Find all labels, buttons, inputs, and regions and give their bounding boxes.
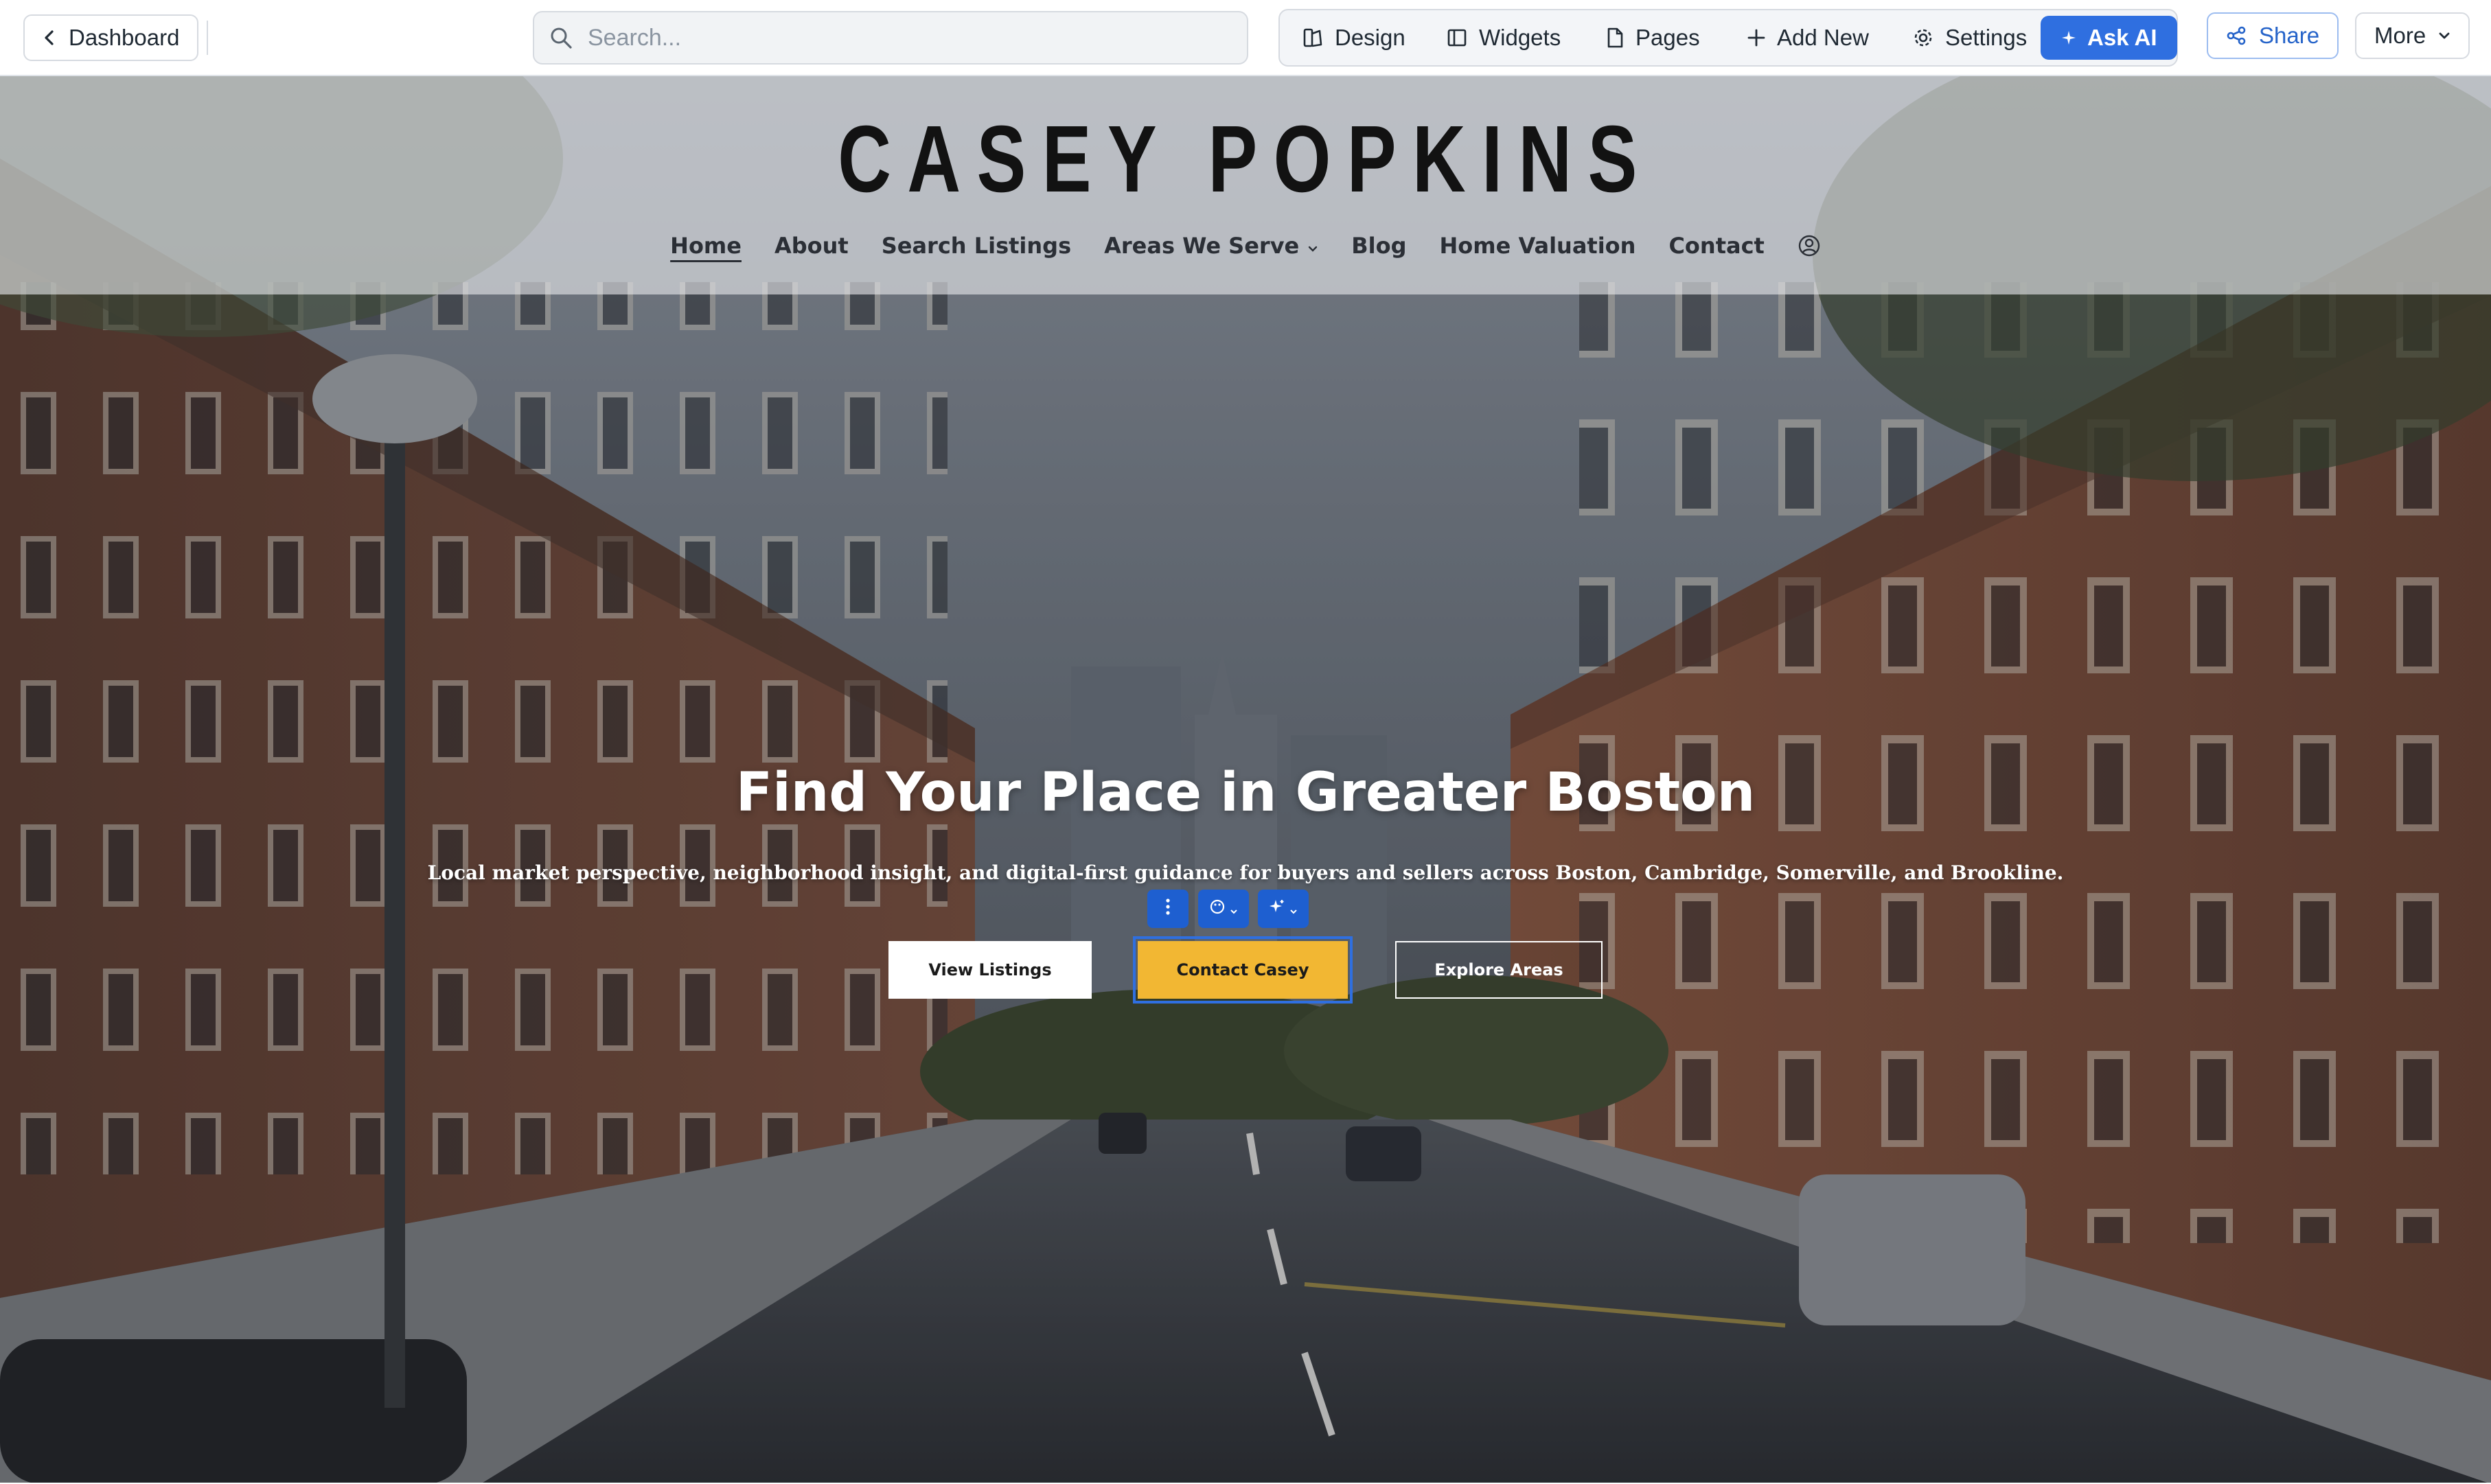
explore-areas-button[interactable]: Explore Areas: [1395, 941, 1603, 999]
nav-search-listings[interactable]: Search Listings: [882, 233, 1071, 259]
settings-tool[interactable]: Settings: [1901, 16, 2038, 60]
plus-icon: [1747, 28, 1766, 47]
share-label: Share: [2259, 23, 2320, 48]
block-ai-button[interactable]: [1258, 890, 1309, 928]
ask-ai-button[interactable]: Ask AI: [2041, 16, 2178, 60]
ask-ai-label: Ask AI: [2087, 25, 2157, 50]
main-nav: Home About Search Listings Areas We Serv…: [0, 233, 2491, 259]
chevron-down-icon: [1289, 898, 1298, 920]
add-new-tool[interactable]: Add New: [1736, 16, 1880, 60]
design-label: Design: [1335, 25, 1405, 50]
hero-subtitle: Local market perspective, neighborhood i…: [427, 861, 2064, 884]
toolbar-divider: [207, 21, 208, 55]
palette-icon: [1209, 898, 1226, 920]
panel-icon: [1446, 27, 1468, 49]
site-logo[interactable]: CASEY POPKINS: [274, 105, 2217, 214]
palette-icon: [1302, 27, 1324, 49]
contact-casey-button[interactable]: Contact Casey: [1133, 936, 1353, 1004]
widgets-tool[interactable]: Widgets: [1435, 16, 1572, 60]
nav-areas-label: Areas We Serve: [1104, 233, 1300, 259]
pages-label: Pages: [1635, 25, 1700, 50]
editor-tools-group: Design Widgets Pages Add New Settings As…: [1278, 9, 2178, 67]
search-bar[interactable]: [533, 11, 1248, 65]
view-listings-button[interactable]: View Listings: [888, 941, 1092, 999]
hero-title: Find Your Place in Greater Boston: [735, 762, 1756, 824]
nav-blog[interactable]: Blog: [1351, 233, 1406, 259]
dashboard-label: Dashboard: [69, 25, 180, 50]
chevron-down-icon: [1230, 898, 1238, 920]
nav-home[interactable]: Home: [670, 233, 742, 259]
pages-tool[interactable]: Pages: [1594, 16, 1711, 60]
page-icon: [1605, 27, 1625, 49]
nav-contact[interactable]: Contact: [1668, 233, 1764, 259]
nav-areas-we-serve[interactable]: Areas We Serve: [1104, 233, 1318, 259]
sparkle-icon: [1269, 898, 1285, 920]
settings-label: Settings: [1945, 25, 2028, 50]
site-header: CASEY POPKINS Home About Search Listings…: [0, 76, 2491, 294]
more-label: More: [2374, 23, 2426, 48]
design-tool[interactable]: Design: [1291, 16, 1416, 60]
chevron-down-icon: [1307, 233, 1318, 259]
add-new-label: Add New: [1777, 25, 1869, 50]
block-options-button[interactable]: [1147, 890, 1189, 928]
more-vertical-icon: [1165, 898, 1171, 920]
block-style-button[interactable]: [1198, 890, 1249, 928]
widgets-label: Widgets: [1479, 25, 1561, 50]
chevron-left-icon: [43, 30, 56, 46]
share-icon: [2226, 25, 2247, 46]
search-icon: [549, 26, 573, 49]
chevron-down-icon: [2438, 31, 2450, 40]
editor-toolbar: Dashboard Design Widgets Pages: [0, 0, 2491, 76]
search-input[interactable]: [588, 24, 1206, 51]
dashboard-button[interactable]: Dashboard: [23, 14, 199, 61]
sparkle-icon: [2061, 30, 2076, 45]
gear-icon: [1912, 27, 1934, 49]
nav-about[interactable]: About: [774, 233, 849, 259]
nav-home-valuation[interactable]: Home Valuation: [1440, 233, 1636, 259]
share-button[interactable]: Share: [2207, 12, 2339, 59]
user-account-icon[interactable]: [1798, 234, 1821, 257]
more-menu-button[interactable]: More: [2355, 12, 2470, 59]
